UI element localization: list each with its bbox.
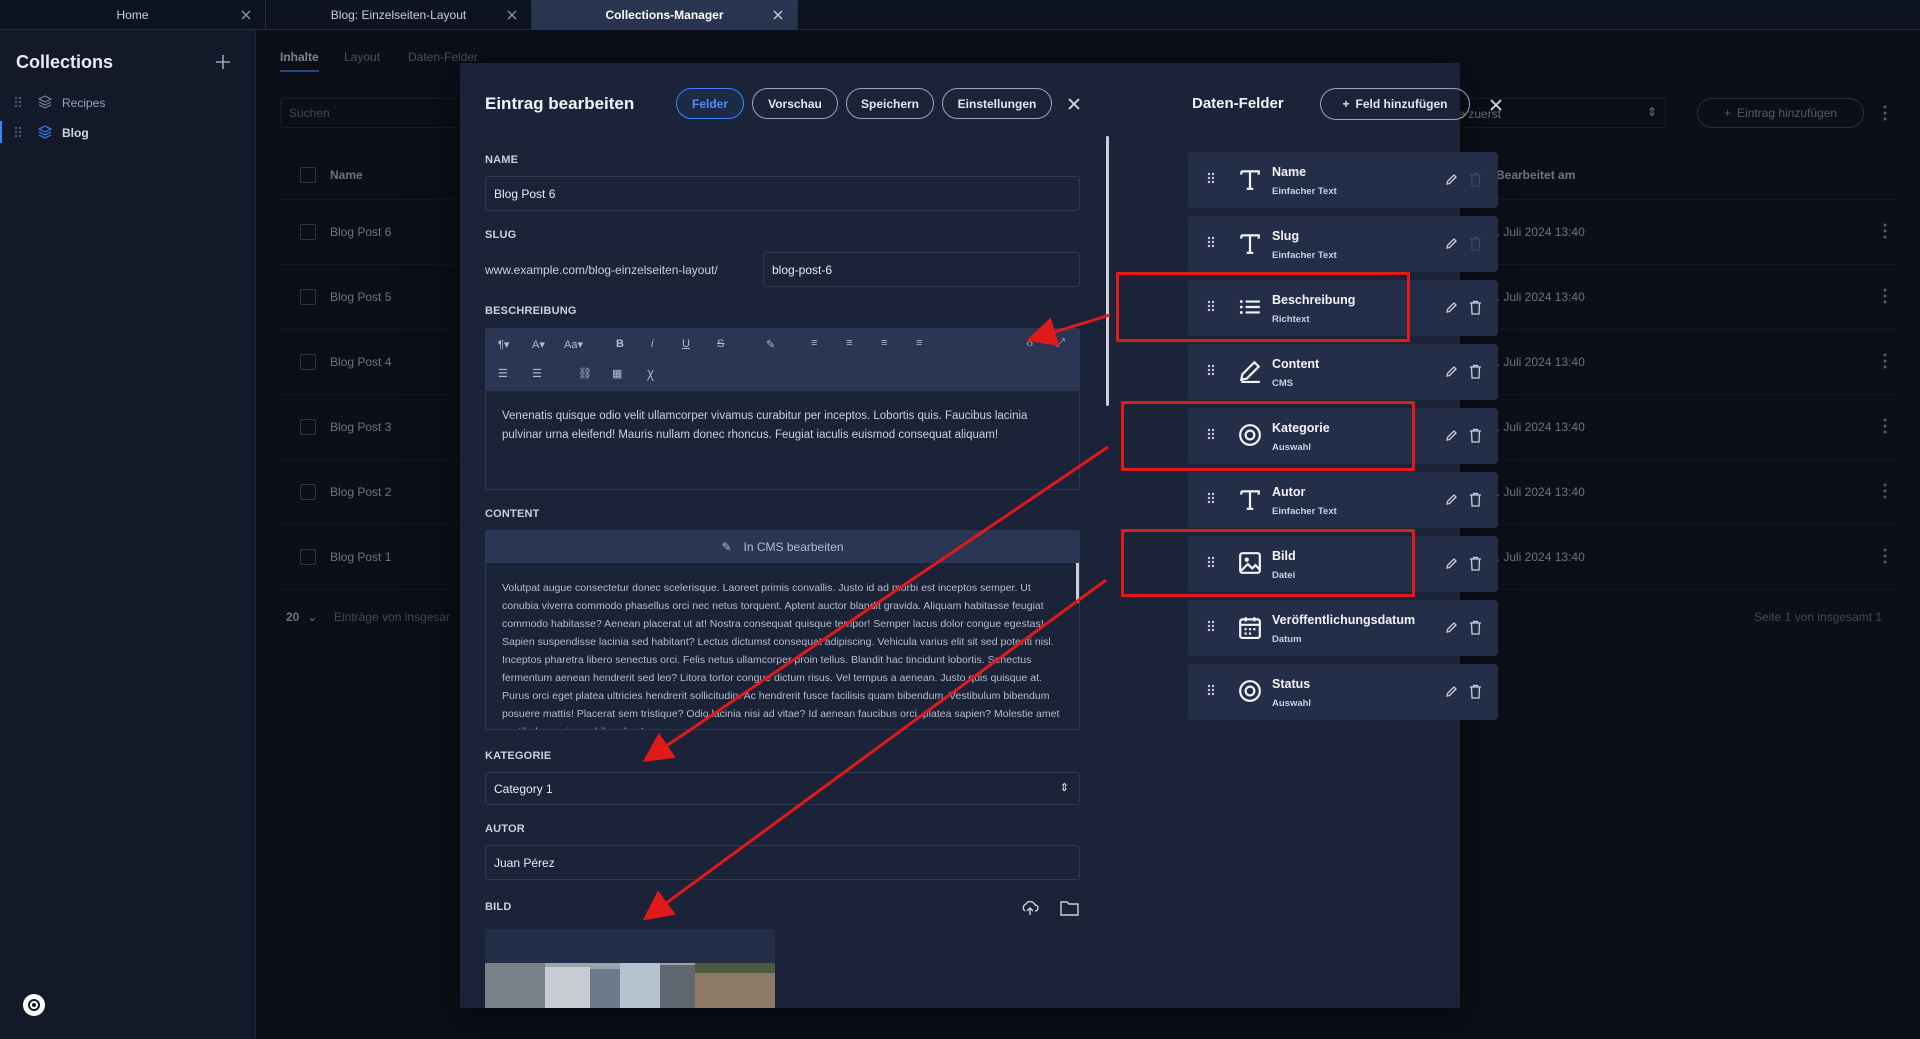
- arrow: [642, 578, 1107, 921]
- annotation-arrows: [642, 313, 1111, 921]
- arrow: [1026, 313, 1111, 347]
- arrow: [642, 445, 1109, 763]
